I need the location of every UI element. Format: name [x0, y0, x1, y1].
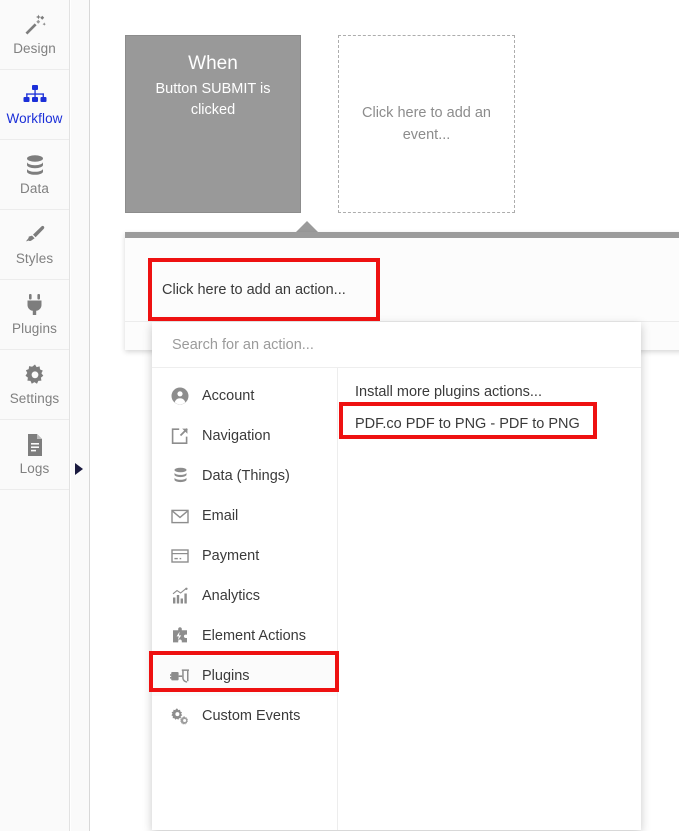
sitemap-icon: [21, 83, 49, 107]
share-arrow-icon: [170, 426, 190, 446]
user-circle-icon: [170, 386, 190, 406]
category-row-account[interactable]: Account: [152, 376, 337, 416]
category-label: Plugins: [202, 667, 250, 684]
install-more-plugins-actions-row[interactable]: Install more plugins actions...: [338, 376, 641, 408]
sidebar-item-label: Plugins: [12, 321, 57, 337]
sidebar-item-label: Settings: [9, 391, 60, 407]
puzzle-bolt-icon: [170, 626, 190, 646]
left-sidebar: Design Workflow Data Styles Plugins Sett…: [0, 0, 70, 831]
wand-icon: [21, 13, 49, 37]
plug-icon: [21, 293, 49, 317]
event-box-title: When: [188, 53, 238, 74]
category-row-element-actions[interactable]: Element Actions: [152, 616, 337, 656]
sidebar-item-label: Design: [13, 41, 56, 57]
add-event-placeholder[interactable]: Click here to add an event...: [338, 35, 515, 213]
sidebar-item-data[interactable]: Data: [0, 140, 69, 210]
panel-caret-icon: [296, 221, 318, 232]
category-row-navigation[interactable]: Navigation: [152, 416, 337, 456]
plug-socket-icon: [170, 666, 190, 686]
category-label: Data (Things): [202, 467, 290, 484]
category-list: Account Navigation Data (Things) Email P…: [152, 368, 338, 830]
bubble-workflow-editor: Design Workflow Data Styles Plugins Sett…: [0, 0, 679, 831]
category-label: Navigation: [202, 427, 271, 444]
triangle-right-icon[interactable]: [75, 463, 83, 475]
category-row-custom-events[interactable]: Custom Events: [152, 696, 337, 736]
category-label: Custom Events: [202, 707, 301, 724]
sidebar-item-styles[interactable]: Styles: [0, 210, 69, 280]
database-icon: [170, 466, 190, 486]
brush-icon: [21, 223, 49, 247]
category-row-analytics[interactable]: Analytics: [152, 576, 337, 616]
category-label: Analytics: [202, 587, 261, 604]
sidebar-item-workflow[interactable]: Workflow: [0, 70, 69, 140]
action-picker-dropdown: Account Navigation: [152, 322, 641, 830]
category-label: Account: [202, 387, 255, 404]
search-row: [152, 322, 641, 368]
sidebar-item-label: Data: [20, 181, 49, 197]
category-row-email[interactable]: Email: [152, 496, 337, 536]
add-event-label: Click here to add an event...: [362, 105, 491, 143]
sidebar-item-logs[interactable]: Logs: [0, 420, 69, 490]
category-row-plugins[interactable]: Plugins: [152, 656, 337, 696]
category-label: Email: [202, 507, 239, 524]
add-action-row[interactable]: Click here to add an action...: [162, 270, 366, 310]
sidebar-item-settings[interactable]: Settings: [0, 350, 69, 420]
pdfco-pdf-to-png-action-row[interactable]: PDF.co PDF to PNG - PDF to PNG: [338, 408, 641, 440]
sidebar-item-label: Workflow: [6, 111, 63, 127]
action-list: Install more plugins actions... PDF.co P…: [338, 368, 641, 830]
envelope-icon: [170, 506, 190, 526]
sidebar-item-label: Styles: [15, 251, 54, 267]
category-label: Payment: [202, 547, 260, 564]
gears-icon: [170, 706, 190, 726]
sidebar-collapse-strip: [71, 0, 90, 831]
event-box-when[interactable]: When Button SUBMIT is clicked: [125, 35, 301, 213]
category-row-payment[interactable]: Payment: [152, 536, 337, 576]
bar-chart-icon: [170, 586, 190, 606]
database-icon: [21, 153, 49, 177]
category-label: Element Actions: [202, 627, 306, 644]
document-icon: [21, 433, 49, 457]
sidebar-item-label: Logs: [19, 461, 50, 477]
credit-card-icon: [170, 546, 190, 566]
dropdown-body: Account Navigation Data (Things) Email P…: [152, 368, 641, 830]
search-input[interactable]: [172, 336, 602, 353]
sidebar-item-plugins[interactable]: Plugins: [0, 280, 69, 350]
sidebar-item-design[interactable]: Design: [0, 0, 69, 70]
gear-icon: [21, 363, 49, 387]
event-box-subtitle: Button SUBMIT is clicked: [155, 81, 271, 118]
category-row-data-things[interactable]: Data (Things): [152, 456, 337, 496]
